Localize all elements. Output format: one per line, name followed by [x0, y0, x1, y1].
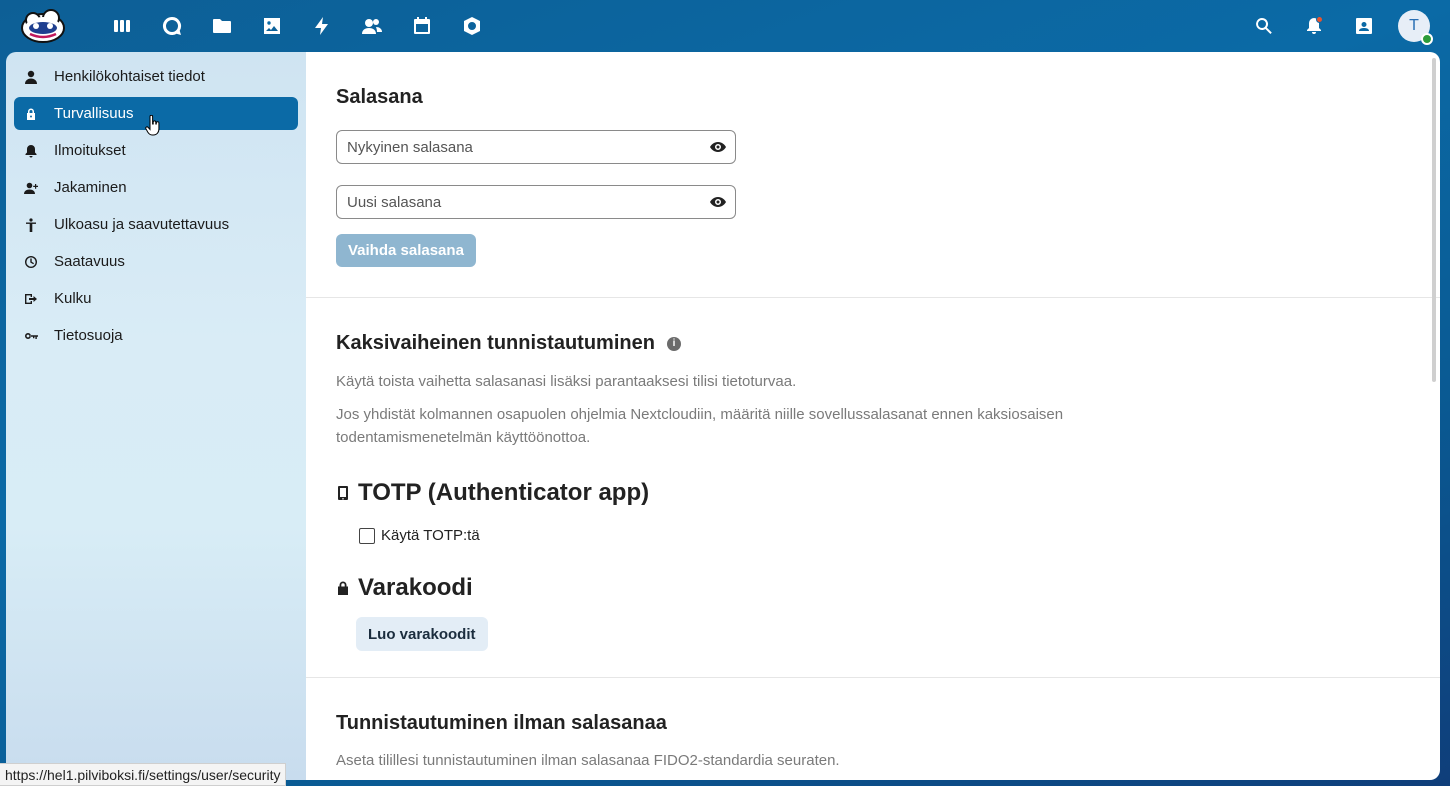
notifications-bell-icon[interactable]	[1298, 10, 1330, 42]
photos-icon[interactable]	[256, 12, 288, 40]
sidebar-item-label: Ilmoitukset	[54, 142, 126, 159]
sidebar-item-label: Kulku	[54, 290, 92, 307]
contacts-menu-icon[interactable]	[1348, 10, 1380, 42]
migration-icon	[24, 292, 38, 306]
activity-icon[interactable]	[306, 12, 338, 40]
top-header: T	[0, 0, 1450, 52]
current-password-field[interactable]	[336, 130, 736, 164]
sidebar-item-label: Jakaminen	[54, 179, 127, 196]
online-status-indicator	[1421, 33, 1433, 45]
notification-dot	[1316, 16, 1323, 23]
sidebar-item-label: Saatavuus	[54, 253, 125, 270]
accessibility-icon	[24, 217, 38, 232]
two-factor-title: Kaksivaiheinen tunnistautuminen	[336, 332, 655, 354]
calendar-icon[interactable]	[406, 12, 438, 40]
lock-icon	[336, 580, 350, 596]
main-content: Salasana Vaihda salasana Kaksivaiheinen …	[306, 52, 1440, 780]
sidebar-item-appearance[interactable]: Ulkoasu ja saavutettavuus	[14, 208, 298, 241]
totp-title: TOTP (Authenticator app)	[358, 479, 650, 506]
totp-checkbox-row[interactable]: Käytä TOTP:tä	[359, 527, 1410, 544]
totp-heading: TOTP (Authenticator app)	[336, 479, 1410, 507]
passwordless-section: Tunnistautuminen ilman salasanaa Aseta t…	[306, 678, 1440, 772]
sidebar-item-migration[interactable]: Kulku	[14, 282, 298, 315]
hand-cursor-icon	[145, 115, 160, 136]
settings-sidebar: Henkilökohtaiset tiedot Turvallisuus Ilm…	[6, 52, 306, 780]
clock-icon	[24, 255, 38, 269]
sidebar-item-label: Ulkoasu ja saavutettavuus	[54, 216, 230, 233]
show-password-eye-icon[interactable]	[709, 138, 727, 156]
status-url: https://hel1.pilviboksi.fi/settings/user…	[0, 763, 287, 786]
files-icon[interactable]	[206, 12, 238, 40]
avatar-initial: T	[1409, 17, 1419, 34]
two-factor-hint: Käytä toista vaihetta salasanasi lisäksi…	[336, 373, 797, 390]
lock-icon	[24, 107, 38, 121]
new-password-field[interactable]	[336, 185, 736, 219]
sidebar-item-personal-info[interactable]: Henkilökohtaiset tiedot	[14, 60, 298, 93]
generate-backup-codes-button[interactable]: Luo varakoodit	[356, 617, 488, 651]
two-factor-app-passwords-hint: Jos yhdistät kolmannen osapuolen ohjelmi…	[336, 406, 1064, 446]
new-password-input[interactable]	[347, 193, 687, 211]
bell-icon	[24, 144, 38, 158]
backup-codes-heading: Varakoodi	[336, 574, 1410, 602]
sidebar-item-sharing[interactable]: Jakaminen	[14, 171, 298, 204]
phone-icon	[336, 485, 350, 501]
settings-box-icon[interactable]	[456, 12, 488, 40]
sidebar-item-label: Tietosuoja	[54, 327, 123, 344]
sidebar-item-notifications[interactable]: Ilmoitukset	[14, 134, 298, 167]
share-person-icon	[24, 181, 38, 195]
enable-totp-label[interactable]: Käytä TOTP:tä	[381, 527, 480, 544]
sidebar-item-label: Henkilökohtaiset tiedot	[54, 68, 205, 85]
sidebar-item-privacy[interactable]: Tietosuoja	[14, 319, 298, 352]
password-section: Salasana Vaihda salasana	[306, 52, 1440, 298]
contacts-icon[interactable]	[356, 12, 388, 40]
talk-icon[interactable]	[156, 12, 188, 40]
sidebar-item-availability[interactable]: Saatavuus	[14, 245, 298, 278]
info-icon[interactable]: i	[666, 336, 681, 351]
nextcloud-logo[interactable]	[20, 8, 66, 44]
user-avatar[interactable]: T	[1398, 10, 1433, 45]
backup-codes-title: Varakoodi	[358, 574, 473, 601]
password-section-title: Salasana	[336, 86, 423, 108]
sidebar-item-label: Turvallisuus	[54, 105, 134, 122]
passwordless-hint: Aseta tilillesi tunnistautuminen ilman s…	[336, 752, 840, 769]
two-factor-section: Kaksivaiheinen tunnistautuminen i Käytä …	[306, 298, 1440, 678]
passwordless-title: Tunnistautuminen ilman salasanaa	[336, 712, 667, 734]
person-icon	[24, 70, 38, 84]
change-password-button[interactable]: Vaihda salasana	[336, 234, 476, 267]
current-password-input[interactable]	[347, 138, 687, 156]
main-scrollbar[interactable]	[1432, 58, 1436, 382]
key-icon	[24, 329, 38, 343]
dashboard-icon[interactable]	[106, 12, 138, 40]
show-password-eye-icon[interactable]	[709, 193, 727, 211]
enable-totp-checkbox[interactable]	[359, 527, 375, 544]
search-icon[interactable]	[1248, 10, 1280, 42]
